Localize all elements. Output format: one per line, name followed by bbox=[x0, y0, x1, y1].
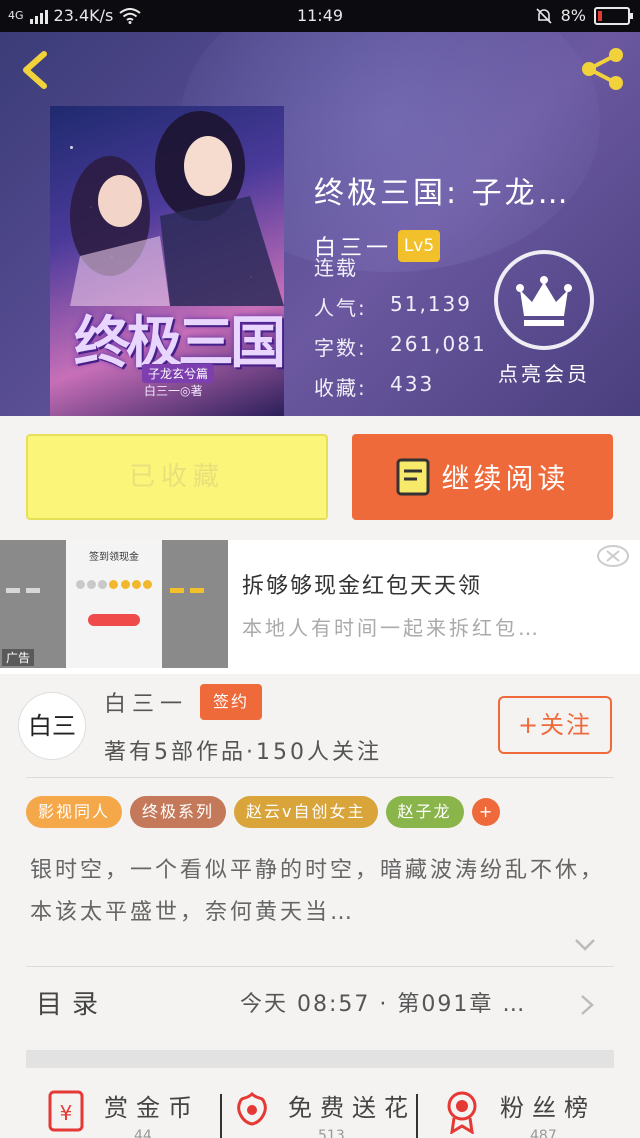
battery-percent: 8% bbox=[560, 6, 586, 25]
fans-count: 487 bbox=[530, 1128, 557, 1138]
word-count-value: 261,081 bbox=[390, 332, 487, 356]
author-avatar[interactable]: 白三 bbox=[18, 692, 86, 760]
section-divider bbox=[26, 1050, 614, 1068]
fans-label: 粉丝榜 bbox=[500, 1094, 596, 1122]
vip-button[interactable] bbox=[494, 250, 594, 350]
ad-banner[interactable]: 签到领现金 广告 拆够够现金红包天天领 本地人有时间一起来拆红包… bbox=[0, 540, 640, 674]
ad-description[interactable]: 本地人有时间一起来拆红包… bbox=[242, 612, 541, 641]
battery-icon bbox=[594, 6, 633, 25]
ad-image[interactable]: 签到领现金 广告 bbox=[0, 540, 228, 668]
book-synopsis[interactable]: 银时空，一个看似平静的时空，暗藏波涛纷乱不休，本该太平盛世，奈何黄天当… bbox=[30, 850, 610, 934]
reward-count: 44 bbox=[134, 1128, 152, 1138]
continue-reading-label: 继续阅读 bbox=[441, 462, 570, 495]
toc-label: 目录 bbox=[36, 990, 109, 1020]
popularity-row: 人气: 51,139 bbox=[314, 292, 470, 321]
tag-item[interactable]: 赵子龙 bbox=[385, 796, 464, 828]
tag-item[interactable]: 终极系列 bbox=[130, 796, 227, 828]
tag-item[interactable]: 赵云v自创女主 bbox=[234, 796, 378, 828]
ad-close-icon[interactable] bbox=[596, 544, 630, 568]
flower-count: 513 bbox=[318, 1128, 345, 1138]
ad-title[interactable]: 拆够够现金红包天天领 bbox=[242, 568, 482, 600]
ad-tag: 广告 bbox=[2, 649, 35, 666]
reward-coins-button[interactable]: ¥ 赏金币 44 bbox=[44, 1082, 204, 1138]
cover-subtitle: 子龙玄兮篇 bbox=[142, 364, 215, 383]
flower-icon bbox=[237, 1091, 267, 1126]
book-cover[interactable]: 终极三国 子龙玄兮篇 白三一◎著 bbox=[50, 106, 284, 416]
bottom-actions: ¥ 赏金币 44 免费送花 513 粉丝榜 487 bbox=[0, 1082, 640, 1138]
divider bbox=[220, 1094, 222, 1138]
divider bbox=[26, 777, 614, 778]
book-header: 终极三国 子龙玄兮篇 白三一◎著 终极三国: 子龙… 白三一 Lv5 连载 人气… bbox=[0, 32, 640, 416]
divider bbox=[26, 966, 614, 967]
author-level-badge: Lv5 bbox=[398, 230, 440, 262]
add-tag-button[interactable]: + bbox=[471, 798, 500, 826]
favorites-value: 433 bbox=[390, 372, 435, 396]
tag-list: 影视同人 终极系列 赵云v自创女主 赵子龙 + bbox=[26, 796, 500, 828]
word-count-label: 字数: bbox=[314, 336, 367, 360]
follow-button[interactable]: +关注 bbox=[498, 696, 612, 754]
action-bar: 已收藏 继续阅读 bbox=[0, 416, 640, 540]
latest-chapter: 今天 08:57 · 第091章 … bbox=[240, 992, 527, 1017]
chevron-down-icon[interactable] bbox=[574, 938, 596, 952]
favorites-row: 收藏: 433 bbox=[314, 372, 432, 401]
medal-icon bbox=[447, 1091, 477, 1134]
word-count-row: 字数: 261,081 bbox=[314, 332, 485, 361]
coin-envelope-icon: ¥ bbox=[48, 1090, 84, 1132]
fans-ranking-button[interactable]: 粉丝榜 487 bbox=[440, 1082, 620, 1138]
back-icon[interactable] bbox=[18, 50, 54, 90]
collected-button[interactable]: 已收藏 bbox=[26, 434, 328, 520]
share-icon[interactable] bbox=[580, 46, 626, 92]
book-title: 终极三国: 子龙… bbox=[314, 176, 571, 211]
tag-item[interactable]: 影视同人 bbox=[26, 796, 123, 828]
status-right: 8% bbox=[535, 6, 633, 25]
book-status: 连载 bbox=[314, 256, 358, 280]
crown-icon bbox=[516, 276, 572, 326]
vip-label[interactable]: 点亮会员 bbox=[494, 358, 594, 387]
flower-label: 免费送花 bbox=[288, 1094, 416, 1122]
author-section: 白三 白三一 签约 著有5部作品·150人关注 +关注 影视同人 终极系列 赵云… bbox=[0, 676, 640, 1138]
divider bbox=[416, 1094, 418, 1138]
table-of-contents-row[interactable]: 目录 今天 08:57 · 第091章 … bbox=[0, 968, 640, 1042]
author-meta: 著有5部作品·150人关注 bbox=[104, 740, 382, 765]
favorites-label: 收藏: bbox=[314, 376, 367, 400]
status-bar: 4G 23.4K/s 11:49 8% bbox=[0, 0, 640, 32]
popularity-value: 51,139 bbox=[390, 292, 472, 316]
reward-label: 赏金币 bbox=[104, 1094, 200, 1122]
chevron-right-icon bbox=[581, 995, 594, 1015]
ad-phone-mockup: 签到领现金 bbox=[66, 540, 162, 668]
author-card-name[interactable]: 白三一 bbox=[104, 686, 188, 718]
cover-illustration bbox=[70, 111, 284, 306]
book-icon bbox=[396, 458, 430, 496]
signed-badge: 签约 bbox=[200, 684, 262, 720]
send-flower-button[interactable]: 免费送花 513 bbox=[228, 1082, 408, 1138]
cover-author: 白三一◎著 bbox=[144, 384, 203, 398]
ad-phone-header: 签到领现金 bbox=[89, 552, 139, 563]
popularity-label: 人气: bbox=[314, 296, 367, 320]
svg-text:¥: ¥ bbox=[60, 1101, 73, 1125]
mute-bell-icon bbox=[536, 7, 552, 24]
continue-reading-button[interactable]: 继续阅读 bbox=[352, 434, 613, 520]
